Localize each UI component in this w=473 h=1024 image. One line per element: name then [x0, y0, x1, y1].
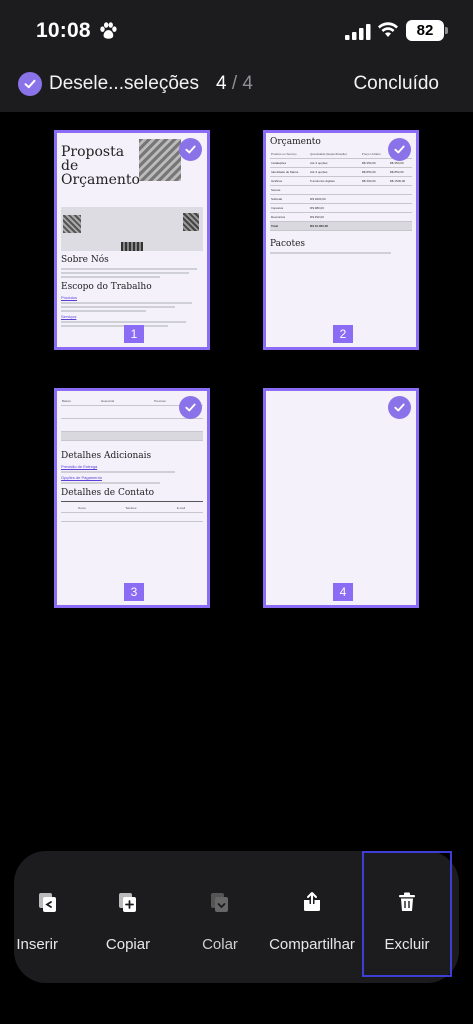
- top-bar: 10:08 82 Desele...seleções 4 / 4 Concluí…: [0, 0, 473, 112]
- table-cell: Descontos: [270, 212, 310, 222]
- battery-indicator: 82: [406, 20, 444, 41]
- table-header: Quantidade (Especificação): [309, 150, 361, 159]
- page-thumbnail-4[interactable]: 4: [263, 388, 419, 608]
- paste-button[interactable]: Colar: [190, 851, 250, 983]
- table-row: Total R$ 10.060,00: [270, 221, 412, 231]
- table-header: Produto ou Serviço: [270, 150, 310, 159]
- table-cell: Subtotal: [270, 194, 310, 204]
- share-button[interactable]: Compartilhar: [264, 851, 360, 983]
- share-label: Compartilhar: [269, 936, 355, 953]
- table-cell: Até 3 opções: [309, 158, 361, 168]
- table-cell: R$ 850,00: [388, 167, 412, 177]
- table-cell: R$ 350,00: [360, 158, 389, 168]
- page-1-content: Proposta de Orçamento Sobre Nós Escopo d…: [61, 137, 203, 329]
- table-row: Instalações Até 3 opções R$ 350,00 R$ 35…: [270, 158, 412, 168]
- table-row: Impostos R$ 980,00: [270, 203, 412, 213]
- table-row: Descontos R$ 490,00: [270, 212, 412, 222]
- page-1-hero-photo: [139, 139, 181, 181]
- done-button[interactable]: Concluído: [353, 73, 439, 95]
- trash-icon: [399, 892, 415, 911]
- battery-tip: [445, 27, 448, 34]
- paw-icon: [100, 22, 117, 39]
- insert-button[interactable]: Inserir: [14, 851, 74, 983]
- status-time: 10:08: [36, 19, 91, 42]
- table-cell: Até 3 opções: [309, 167, 361, 177]
- table-cell: R$ 980,00: [309, 203, 361, 213]
- delete-label: Excluir: [384, 936, 430, 953]
- status-bar: 10:08 82: [0, 0, 473, 60]
- page-thumbnail-1[interactable]: Proposta de Orçamento Sobre Nós Escopo d…: [54, 130, 210, 350]
- page-3-link-payment: Opções de Pagamento: [61, 475, 102, 480]
- page-2-section-packages: Pacotes: [270, 239, 306, 249]
- table-header: Essencial: [100, 397, 154, 406]
- page-separator: /: [231, 73, 238, 94]
- contact-table: Nome Telefone E-mail: [61, 504, 203, 522]
- table-cell: R$ 10.060,00: [309, 221, 361, 231]
- page-counter: 4 / 4: [216, 73, 253, 95]
- table-cell: R$ 850,00: [360, 167, 389, 177]
- delete-button[interactable]: Excluir: [362, 851, 452, 977]
- table-cell: 5 anúncios digitais: [309, 176, 361, 186]
- table-cell: R$ 490,00: [309, 212, 361, 222]
- table-row: Identidade de Marca Até 3 opções R$ 850,…: [270, 167, 412, 177]
- table-header: Preço Unitário: [360, 150, 389, 159]
- page-selected-checkmark-icon[interactable]: [179, 138, 202, 161]
- table-row: Somas: [270, 185, 412, 195]
- copy-label: Copiar: [105, 936, 151, 953]
- page-number-4: 4: [333, 583, 353, 601]
- page-current: 4: [216, 73, 227, 94]
- page-1-section-scope: Escopo do Trabalho: [61, 282, 152, 292]
- table-row: Subtotal R$ 9400,00: [270, 194, 412, 204]
- page-3-section-contact: Detalhes de Contato: [61, 488, 155, 498]
- page-thumbnail-3[interactable]: Básico Essencial Premium Detalhes Adicio…: [54, 388, 210, 608]
- page-1-photo-band: [61, 207, 203, 251]
- page-3-link-delivery: Previsão de Entrega: [61, 464, 98, 469]
- paste-icon: [211, 893, 228, 912]
- table-cell: Instalações: [270, 158, 310, 168]
- table-cell: R$ 9400,00: [309, 194, 361, 204]
- table-header: Nome: [61, 504, 103, 513]
- page-number-1: 1: [124, 325, 144, 343]
- table-row: Gráficos 5 anúncios digitais R$ 300,00 R…: [270, 176, 412, 186]
- insert-page-icon: [39, 893, 56, 912]
- copy-icon: [119, 893, 136, 912]
- bottom-toolbar: Inserir Copiar Colar Compartilhar Exclui…: [14, 851, 459, 983]
- paste-label: Colar: [202, 936, 238, 953]
- wifi-icon: [378, 22, 398, 37]
- table-header: E-mail: [158, 504, 203, 513]
- table-cell: Total: [270, 221, 310, 231]
- table-cell: Somas: [270, 185, 310, 195]
- page-total: 4: [242, 73, 253, 94]
- table-cell: R$ 1500,00: [388, 176, 412, 186]
- insert-label: Inserir: [16, 936, 58, 953]
- deselect-all-button[interactable]: Desele...seleções: [18, 70, 199, 98]
- table-header: Telefone: [102, 504, 159, 513]
- page-thumbnail-2[interactable]: Orçamento Produto ou Serviço Quantidade …: [263, 130, 419, 350]
- page-1-link-products: Produtos: [61, 295, 78, 300]
- table-cell: Gráficos: [270, 176, 310, 186]
- table-cell: R$ 300,00: [360, 176, 389, 186]
- share-icon: [304, 892, 320, 911]
- page-selected-checkmark-icon[interactable]: [388, 396, 411, 419]
- budget-table: Produto ou Serviço Quantidade (Especific…: [270, 150, 412, 231]
- page-number-3: 3: [124, 583, 144, 601]
- deselect-all-label: Desele...seleções: [49, 73, 199, 94]
- table-header: Básico: [61, 397, 101, 406]
- page-selected-checkmark-icon[interactable]: [179, 396, 202, 419]
- page-1-section-about: Sobre Nós: [61, 255, 109, 265]
- page-selected-checkmark-icon[interactable]: [388, 138, 411, 161]
- table-cell: Identidade de Marca: [270, 167, 310, 177]
- page-3-section-details: Detalhes Adicionais: [61, 451, 152, 461]
- page-number-2: 2: [333, 325, 353, 343]
- page-1-link-services: Serviços: [61, 314, 77, 319]
- cellular-signal-icon: [345, 24, 371, 40]
- page-1-title: Proposta de Orçamento: [61, 144, 140, 188]
- copy-button[interactable]: Copiar: [98, 851, 158, 983]
- checkmark-icon: [18, 72, 42, 96]
- table-cell: Impostos: [270, 203, 310, 213]
